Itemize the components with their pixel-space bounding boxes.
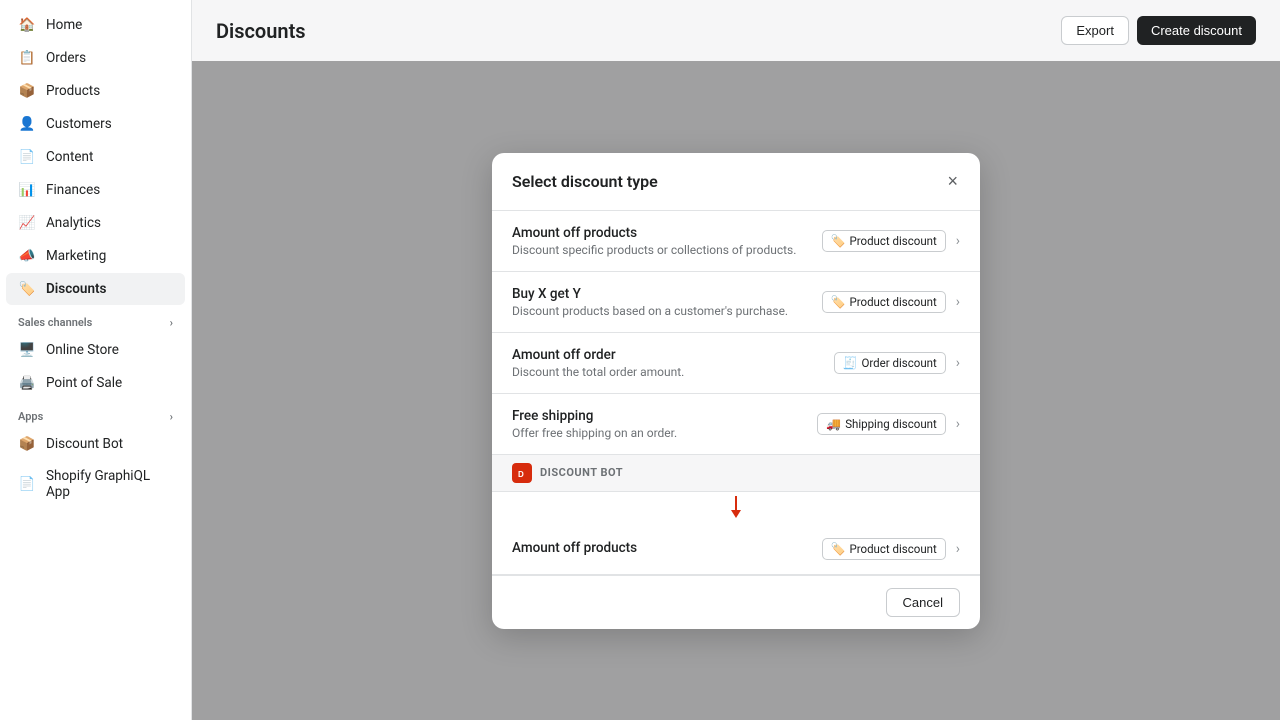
cancel-button[interactable]: Cancel xyxy=(886,588,960,617)
sidebar-item-online-store[interactable]: 🖥️ Online Store xyxy=(6,334,185,366)
sidebar-item-analytics[interactable]: 📈 Analytics xyxy=(6,207,185,239)
sidebar-item-finances[interactable]: 📊 Finances xyxy=(6,174,185,206)
sidebar-item-label-online-store: Online Store xyxy=(46,342,119,358)
sidebar-item-discount-bot[interactable]: 📦 Discount Bot xyxy=(6,428,185,460)
select-discount-type-modal: Select discount type × Amount off produc… xyxy=(492,153,980,629)
sidebar-item-label-discount-bot: Discount Bot xyxy=(46,436,123,452)
discount-option-amount-off-products[interactable]: Amount off products Discount specific pr… xyxy=(492,211,980,272)
modal-header: Select discount type × xyxy=(492,153,980,211)
free-shipping-chevron-icon: › xyxy=(956,416,960,432)
point-of-sale-icon: 🖨️ xyxy=(18,374,36,392)
buy-x-get-y-badge: 🏷️ Product discount xyxy=(822,291,946,313)
amount-off-order-badge-icon: 🧾 xyxy=(843,356,858,370)
buy-x-get-y-title: Buy X get Y xyxy=(512,286,822,302)
buy-x-get-y-chevron-icon: › xyxy=(956,294,960,310)
sidebar-item-label-orders: Orders xyxy=(46,50,86,66)
sidebar-item-shopify-graphiql[interactable]: 📄 Shopify GraphiQL App xyxy=(6,461,185,507)
modal-title: Select discount type xyxy=(512,172,658,191)
discount-bot-chevron-icon: › xyxy=(956,541,960,557)
discount-bot-section-header: D DISCOUNT BOT xyxy=(492,455,980,492)
discount-bot-badge-label: Product discount xyxy=(849,542,936,556)
discount-option-free-shipping[interactable]: Free shipping Offer free shipping on an … xyxy=(492,394,980,455)
sidebar: 🏠 Home 📋 Orders 📦 Products 👤 Customers 📄… xyxy=(0,0,192,720)
discounts-icon: 🏷️ xyxy=(18,280,36,298)
discount-bot-icon: D xyxy=(512,463,532,483)
modal-close-button[interactable]: × xyxy=(945,169,960,194)
amount-off-order-title: Amount off order xyxy=(512,347,834,363)
sidebar-section-apps: Apps › xyxy=(0,400,191,427)
discount-bot-section-label: DISCOUNT BOT xyxy=(540,466,623,479)
finances-icon: 📊 xyxy=(18,181,36,199)
amount-off-products-badge-icon: 🏷️ xyxy=(831,234,846,248)
amount-off-products-title: Amount off products xyxy=(512,225,822,241)
amount-off-order-badge-label: Order discount xyxy=(861,356,936,370)
sidebar-item-label-analytics: Analytics xyxy=(46,215,101,231)
products-icon: 📦 xyxy=(18,82,36,100)
sidebar-item-customers[interactable]: 👤 Customers xyxy=(6,108,185,140)
sidebar-item-content[interactable]: 📄 Content xyxy=(6,141,185,173)
online-store-icon: 🖥️ xyxy=(18,341,36,359)
create-discount-button[interactable]: Create discount xyxy=(1137,16,1256,45)
discount-bot-icon: 📦 xyxy=(18,435,36,453)
content-area: % Select discount type × xyxy=(192,61,1280,720)
main-content: Discounts Export Create discount % xyxy=(192,0,1280,720)
arrow-indicator xyxy=(492,492,980,524)
page-title: Discounts xyxy=(216,19,306,43)
free-shipping-title: Free shipping xyxy=(512,408,817,424)
free-shipping-desc: Offer free shipping on an order. xyxy=(512,426,817,440)
sidebar-item-point-of-sale[interactable]: 🖨️ Point of Sale xyxy=(6,367,185,399)
amount-off-order-badge: 🧾 Order discount xyxy=(834,352,946,374)
topbar-actions: Export Create discount xyxy=(1061,16,1256,45)
amount-off-products-badge-label: Product discount xyxy=(849,234,936,248)
amount-off-products-chevron-icon: › xyxy=(956,233,960,249)
discount-bot-option-title: Amount off products xyxy=(512,540,822,556)
sidebar-item-label-shopify-graphiql: Shopify GraphiQL App xyxy=(46,468,173,500)
sidebar-item-label-point-of-sale: Point of Sale xyxy=(46,375,122,391)
modal-body: Amount off products Discount specific pr… xyxy=(492,211,980,575)
discount-bot-amount-off-option[interactable]: Amount off products 🏷️ Product discount … xyxy=(492,524,980,575)
discount-option-buy-x-get-y[interactable]: Buy X get Y Discount products based on a… xyxy=(492,272,980,333)
expand-icon[interactable]: › xyxy=(170,410,173,423)
modal-overlay[interactable]: Select discount type × Amount off produc… xyxy=(192,61,1280,720)
amount-off-order-desc: Discount the total order amount. xyxy=(512,365,834,379)
svg-text:D: D xyxy=(518,470,524,479)
export-button[interactable]: Export xyxy=(1061,16,1129,45)
sidebar-item-label-finances: Finances xyxy=(46,182,100,198)
content-icon: 📄 xyxy=(18,148,36,166)
sidebar-item-products[interactable]: 📦 Products xyxy=(6,75,185,107)
sidebar-section-sales-channels: Sales channels › xyxy=(0,306,191,333)
sidebar-item-marketing[interactable]: 📣 Marketing xyxy=(6,240,185,272)
orders-icon: 📋 xyxy=(18,49,36,67)
topbar: Discounts Export Create discount xyxy=(192,0,1280,61)
sidebar-item-label-marketing: Marketing xyxy=(46,248,106,264)
sidebar-item-home[interactable]: 🏠 Home xyxy=(6,9,185,41)
sidebar-item-label-home: Home xyxy=(46,17,82,33)
discount-bot-badge: 🏷️ Product discount xyxy=(822,538,946,560)
free-shipping-badge-label: Shipping discount xyxy=(845,417,937,431)
free-shipping-badge: 🚚 Shipping discount xyxy=(817,413,946,435)
amount-off-products-badge: 🏷️ Product discount xyxy=(822,230,946,252)
sidebar-item-label-discounts: Discounts xyxy=(46,281,106,297)
buy-x-get-y-badge-icon: 🏷️ xyxy=(831,295,846,309)
modal-footer: Cancel xyxy=(492,575,980,629)
shopify-graphiql-icon: 📄 xyxy=(18,475,36,493)
amount-off-order-chevron-icon: › xyxy=(956,355,960,371)
home-icon: 🏠 xyxy=(18,16,36,34)
expand-icon[interactable]: › xyxy=(170,316,173,329)
sidebar-item-discounts[interactable]: 🏷️ Discounts xyxy=(6,273,185,305)
customers-icon: 👤 xyxy=(18,115,36,133)
sidebar-item-orders[interactable]: 📋 Orders xyxy=(6,42,185,74)
marketing-icon: 📣 xyxy=(18,247,36,265)
sidebar-item-label-content: Content xyxy=(46,149,93,165)
discount-option-amount-off-order[interactable]: Amount off order Discount the total orde… xyxy=(492,333,980,394)
buy-x-get-y-desc: Discount products based on a customer's … xyxy=(512,304,822,318)
analytics-icon: 📈 xyxy=(18,214,36,232)
buy-x-get-y-badge-label: Product discount xyxy=(849,295,936,309)
free-shipping-badge-icon: 🚚 xyxy=(826,417,841,431)
amount-off-products-desc: Discount specific products or collection… xyxy=(512,243,822,257)
discount-bot-badge-icon: 🏷️ xyxy=(831,542,846,556)
sidebar-item-label-products: Products xyxy=(46,83,100,99)
sidebar-item-label-customers: Customers xyxy=(46,116,112,132)
